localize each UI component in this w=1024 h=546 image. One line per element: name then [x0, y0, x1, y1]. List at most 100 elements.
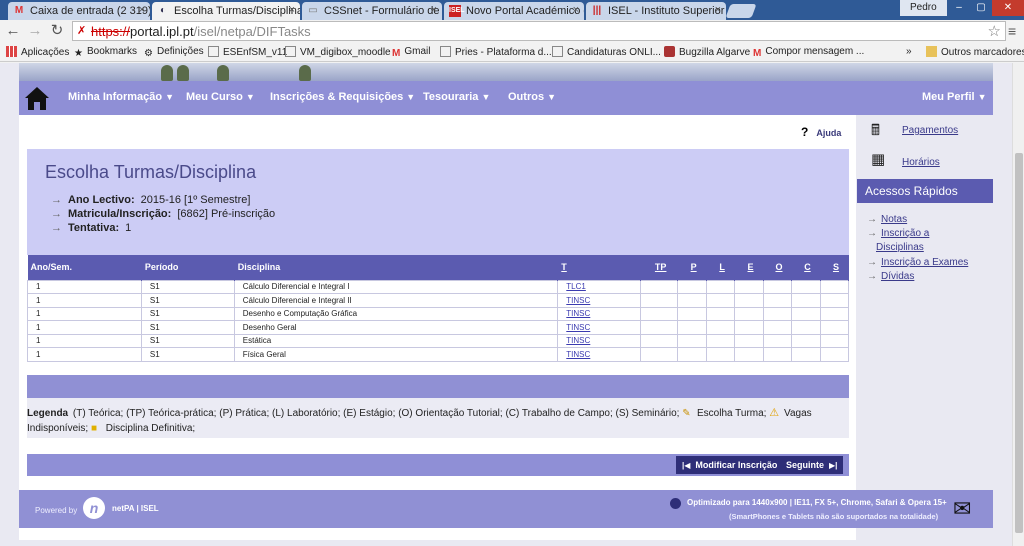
- pagamentos-link[interactable]: Pagamentos: [902, 125, 958, 136]
- col-o[interactable]: O: [763, 255, 792, 280]
- tab-portal[interactable]: ISEL Novo Portal Académico d ×: [444, 2, 584, 20]
- minimize-icon[interactable]: –: [948, 0, 970, 16]
- tab-escolha[interactable]: ◐ Escolha Turmas/Disciplina ×: [152, 2, 300, 20]
- bookmark-apps[interactable]: Aplicações: [6, 46, 69, 58]
- forward-icon[interactable]: →: [26, 22, 44, 40]
- cell-turma-link[interactable]: TINSC: [557, 333, 642, 348]
- nav-outros[interactable]: Outros ▼: [508, 91, 556, 103]
- col-c[interactable]: C: [791, 255, 821, 280]
- envelope-icon[interactable]: ✉: [953, 496, 971, 522]
- cell-ano: 1: [27, 293, 142, 308]
- bookmark-bugzilla[interactable]: Bugzilla Algarve: [664, 46, 750, 58]
- quick-inscricao-disciplinas[interactable]: → Inscrição a: [867, 228, 929, 239]
- register-icon: 🖩: [871, 122, 881, 139]
- cell-turma-link[interactable]: TINSC: [557, 347, 642, 362]
- help-link[interactable]: ? Ajuda: [801, 125, 841, 139]
- cell-empty: [706, 347, 736, 362]
- pencil-icon: ✎: [682, 408, 691, 419]
- cell-empty: [706, 279, 736, 294]
- col-periodo: Período: [141, 255, 235, 280]
- cell-periodo: S1: [140, 320, 235, 335]
- col-s[interactable]: S: [820, 255, 850, 280]
- table-row[interactable]: 1 S1 Física Geral TINSC: [27, 347, 850, 362]
- quick-inscricao-disciplinas-2[interactable]: Disciplinas: [876, 242, 924, 253]
- bookmarks-overflow[interactable]: »: [906, 46, 912, 57]
- cell-disciplina: Cálculo Diferencial e Integral I: [233, 279, 559, 294]
- close-icon[interactable]: ×: [289, 4, 295, 16]
- table-row[interactable]: 1 S1 Desenho e Computação Gráfica TINSC: [27, 306, 850, 321]
- arrow-icon: →: [867, 271, 877, 282]
- col-l[interactable]: L: [706, 255, 736, 280]
- cell-turma-link[interactable]: TINSC: [557, 320, 642, 335]
- table-row[interactable]: 1 S1 Cálculo Diferencial e Integral I TLC1: [27, 279, 850, 294]
- bookmark-pries[interactable]: Pries - Plataforma d...: [440, 46, 552, 58]
- col-t[interactable]: T: [557, 255, 642, 280]
- profile-button[interactable]: Pedro: [900, 0, 947, 16]
- table-row[interactable]: 1 S1 Desenho Geral TINSC: [27, 320, 850, 335]
- web-page: Minha Informação ▼ Meu Curso ▼ Inscrições …: [0, 63, 1012, 546]
- cell-ano: 1: [27, 347, 142, 362]
- cell-turma-link[interactable]: TINSC: [557, 306, 642, 321]
- page-icon: [440, 46, 451, 57]
- col-p[interactable]: P: [677, 255, 708, 280]
- isel-bars-icon: |||: [592, 5, 602, 16]
- bookmark-definicoes[interactable]: ⚙ Definições: [144, 46, 204, 59]
- chevron-down-icon: ▼: [406, 92, 416, 102]
- modificar-inscricao-button[interactable]: |◀ Modificar Inscrição: [676, 456, 784, 474]
- close-icon[interactable]: ×: [431, 4, 437, 16]
- table-row[interactable]: 1 S1 Estática TINSC: [27, 333, 850, 348]
- chrome-menu-icon[interactable]: ≡: [1008, 23, 1016, 39]
- col-disciplina: Disciplina: [234, 255, 559, 280]
- gmail-icon: M: [392, 48, 401, 59]
- cell-empty: [790, 279, 821, 294]
- nav-inscricoes[interactable]: Inscrições & Requisições ▼: [270, 91, 415, 103]
- cell-turma-link[interactable]: TLC1: [557, 279, 642, 294]
- scrollbar[interactable]: [1012, 63, 1024, 546]
- reload-icon[interactable]: ↻: [48, 22, 66, 40]
- bookmark-vm[interactable]: VM_digibox_moodle: [285, 46, 391, 58]
- col-e[interactable]: E: [734, 255, 765, 280]
- disciplinas-table: Ano/Sem. Período Disciplina T TP P L E O…: [27, 255, 850, 362]
- bookmark-candidaturas[interactable]: Candidaturas ONLI...: [552, 46, 661, 58]
- tab-cssnet[interactable]: ▭ CSSnet - Formulário de C ×: [302, 2, 442, 20]
- close-icon[interactable]: ×: [573, 4, 579, 16]
- bookmark-star-icon[interactable]: ☆: [988, 22, 1001, 40]
- ano-lectivo: → Ano Lectivo: 2015-16 [1º Semestre]: [51, 194, 251, 206]
- quick-inscricao-exames[interactable]: → Inscrição a Exames: [867, 257, 968, 268]
- action-bar: |◀ Modificar Inscrição Seguinte ▶|: [27, 454, 849, 476]
- cell-empty: [763, 306, 792, 321]
- bookmark-bookmarks[interactable]: ★ Bookmarks: [74, 46, 137, 59]
- tab-gmail[interactable]: M Caixa de entrada (2 319) - ×: [8, 2, 150, 20]
- tab-isel[interactable]: ||| ISEL - Instituto Superior d ×: [586, 2, 726, 20]
- bookmark-compor[interactable]: M Compor mensagem ...: [753, 46, 864, 59]
- seguinte-button[interactable]: Seguinte ▶|: [780, 456, 844, 474]
- chevron-down-icon: ▼: [977, 92, 987, 102]
- nav-meu-curso[interactable]: Meu Curso ▼: [186, 91, 255, 103]
- maximize-icon[interactable]: ▢: [970, 0, 992, 16]
- page-icon: [208, 46, 219, 57]
- quick-dividas[interactable]: → Dívidas: [867, 271, 914, 282]
- new-tab-button[interactable]: [725, 4, 757, 18]
- cell-empty: [734, 279, 765, 294]
- home-icon[interactable]: [23, 84, 51, 112]
- close-icon[interactable]: ×: [715, 4, 721, 16]
- horarios-link[interactable]: Horários: [902, 157, 940, 168]
- cell-turma-link[interactable]: TINSC: [557, 293, 642, 308]
- close-window-icon[interactable]: ✕: [992, 0, 1024, 16]
- table-row[interactable]: 1 S1 Cálculo Diferencial e Integral II TINS…: [27, 293, 850, 308]
- bookmark-gmail[interactable]: M Gmail: [392, 46, 430, 59]
- scrollbar-thumb[interactable]: [1015, 153, 1023, 533]
- cell-ano: 1: [27, 279, 142, 294]
- quick-notas[interactable]: → Notas: [867, 214, 907, 225]
- bookmark-esenfsm[interactable]: ESEnfSM_v11: [208, 46, 287, 58]
- close-icon[interactable]: ×: [139, 4, 145, 16]
- col-tp[interactable]: TP: [640, 255, 679, 280]
- cell-empty: [706, 320, 736, 335]
- nav-meu-perfil[interactable]: Meu Perfil ▼: [922, 91, 987, 103]
- address-bar[interactable]: ✗ https://portal.ipl.pt/isel/netpa/DIFTa…: [72, 21, 1006, 41]
- back-icon[interactable]: ←: [4, 22, 22, 40]
- nav-minha-informacao[interactable]: Minha Informação ▼: [68, 91, 174, 103]
- nav-tesouraria[interactable]: Tesouraria ▼: [423, 91, 490, 103]
- cell-empty: [677, 333, 708, 348]
- bookmark-outros[interactable]: Outros marcadores: [926, 46, 1024, 58]
